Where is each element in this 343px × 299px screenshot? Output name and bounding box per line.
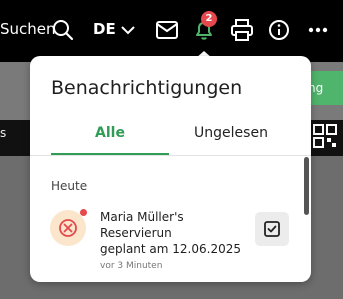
notifications-popover: Benachrichtigungen Alle Ungelesen Heute … [30, 56, 311, 282]
search-icon[interactable] [52, 19, 74, 41]
mark-as-read-button[interactable] [255, 212, 289, 246]
notification-timestamp: vor 3 Minuten [100, 261, 163, 271]
search-label[interactable]: Suchen [0, 20, 56, 38]
unread-indicator [80, 209, 87, 216]
mail-icon[interactable] [156, 21, 178, 39]
section-label-today: Heute [51, 179, 88, 193]
language-selector[interactable]: DE [93, 20, 116, 38]
tab-unread[interactable]: Ungelesen [172, 122, 290, 154]
notification-count-badge: 2 [201, 11, 217, 27]
printer-icon[interactable] [230, 19, 254, 41]
notification-message[interactable]: Maria Müller's Reservierun geplant am 12… [100, 209, 252, 257]
tab-all[interactable]: Alle [51, 122, 169, 154]
background-toolbar-text: s [0, 126, 7, 140]
popover-title: Benachrichtigungen [51, 77, 243, 99]
info-icon[interactable] [268, 19, 290, 41]
tab-divider [30, 155, 311, 156]
popover-scrollbar[interactable] [304, 157, 309, 215]
checkbox-check-icon [264, 221, 280, 237]
more-icon[interactable] [308, 27, 328, 33]
qr-code-icon[interactable] [313, 124, 337, 148]
chevron-down-icon[interactable] [121, 25, 135, 35]
